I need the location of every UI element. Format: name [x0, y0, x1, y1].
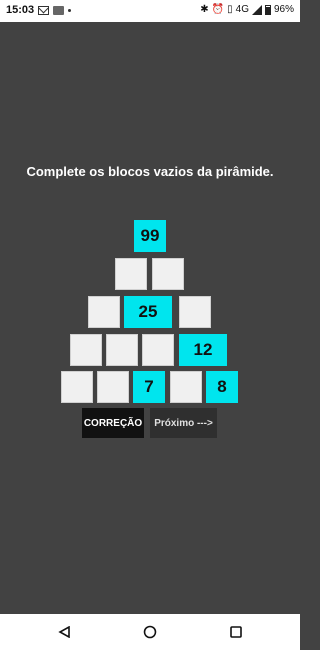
pyramid-block-filled: 12	[179, 334, 227, 366]
status-right: ✱ ⏰ ▯ 4G 96%	[200, 4, 294, 16]
recent-apps-icon[interactable]	[230, 626, 242, 638]
pyramid-block-empty[interactable]	[152, 258, 184, 290]
bluetooth-icon: ✱	[200, 4, 209, 15]
back-icon[interactable]	[58, 626, 70, 638]
correction-button[interactable]: CORREÇÃO	[82, 408, 144, 438]
pyramid-block-empty[interactable]	[70, 334, 102, 366]
pyramid-block-filled: 99	[134, 220, 166, 252]
status-bar: 15:03 ✱ ⏰ ▯ 4G 96%	[0, 0, 300, 22]
pyramid-block-empty[interactable]	[170, 371, 202, 403]
pyramid-block-empty[interactable]	[115, 258, 147, 290]
status-left: 15:03	[6, 4, 72, 16]
status-time: 15:03	[6, 4, 35, 16]
battery-level: 96%	[273, 4, 294, 15]
pyramid-block-empty[interactable]	[88, 296, 120, 328]
pyramid-block-filled: 8	[206, 371, 238, 403]
next-button[interactable]: Próximo --->	[150, 408, 217, 438]
mail-icon	[38, 5, 50, 15]
network-type: 4G	[235, 4, 249, 15]
battery-icon	[264, 5, 271, 15]
pyramid-block-empty[interactable]	[106, 334, 138, 366]
pyramid-block-empty[interactable]	[179, 296, 211, 328]
signal-icon	[251, 5, 262, 15]
pyramid-block-filled: 25	[124, 296, 172, 328]
pyramid-block-filled: 7	[133, 371, 165, 403]
alarm-icon: ⏰	[211, 4, 225, 15]
gallery-icon	[53, 5, 65, 15]
home-icon[interactable]	[143, 625, 157, 639]
more-notifications-icon	[68, 8, 72, 12]
pyramid-block-empty[interactable]	[97, 371, 129, 403]
navigation-bar	[0, 614, 300, 650]
pyramid-block-empty[interactable]	[142, 334, 174, 366]
instruction-text: Complete os blocos vazios da pirâmide.	[26, 164, 274, 179]
pyramid-block-empty[interactable]	[61, 371, 93, 403]
vibrate-icon: ▯	[227, 4, 233, 15]
